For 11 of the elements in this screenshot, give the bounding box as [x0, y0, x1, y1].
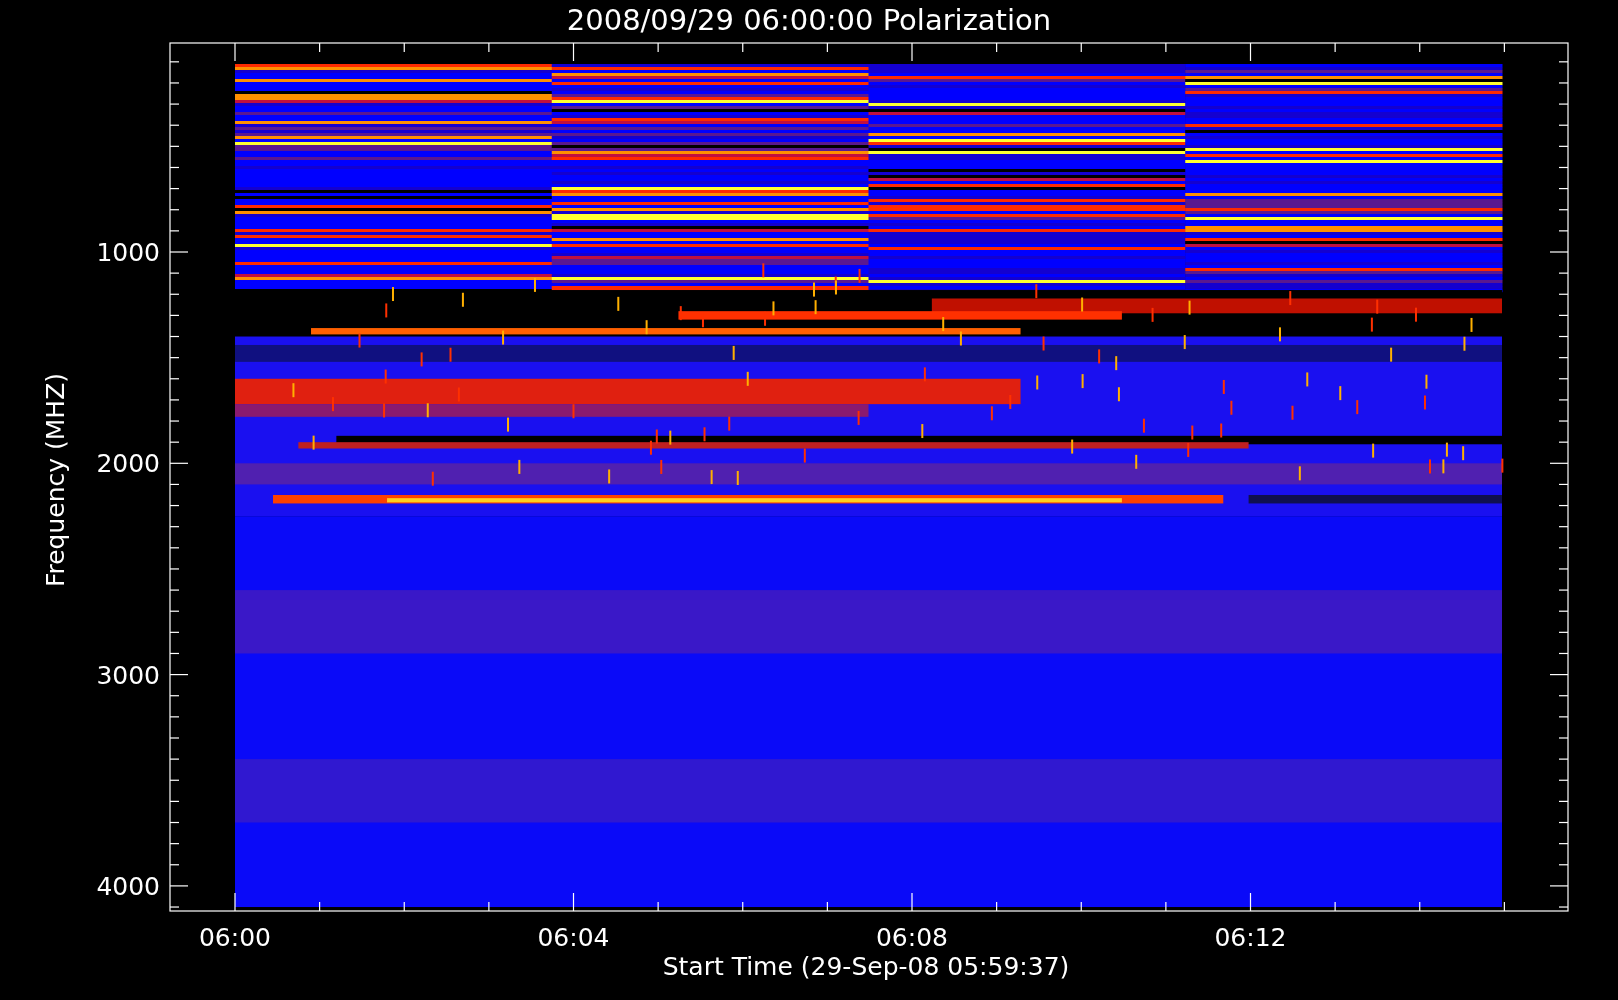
tick-label: 06:04 [537, 923, 610, 952]
axis-title: Start Time (29-Sep-08 05:59:37) [662, 952, 1070, 981]
tick-label: 06:12 [1214, 923, 1287, 952]
tick-label: 4000 [96, 871, 160, 901]
tick-label: 06:08 [876, 923, 948, 952]
tick-label: 2000 [96, 449, 160, 479]
chart-title: 2008/09/29 06:00:00 Polarization [566, 3, 1052, 37]
tick-label: 1000 [96, 238, 160, 267]
tick-label: 3000 [96, 660, 160, 690]
axis-title: Frequency (MHZ) [41, 372, 70, 588]
tick-label: 06:00 [199, 923, 271, 952]
